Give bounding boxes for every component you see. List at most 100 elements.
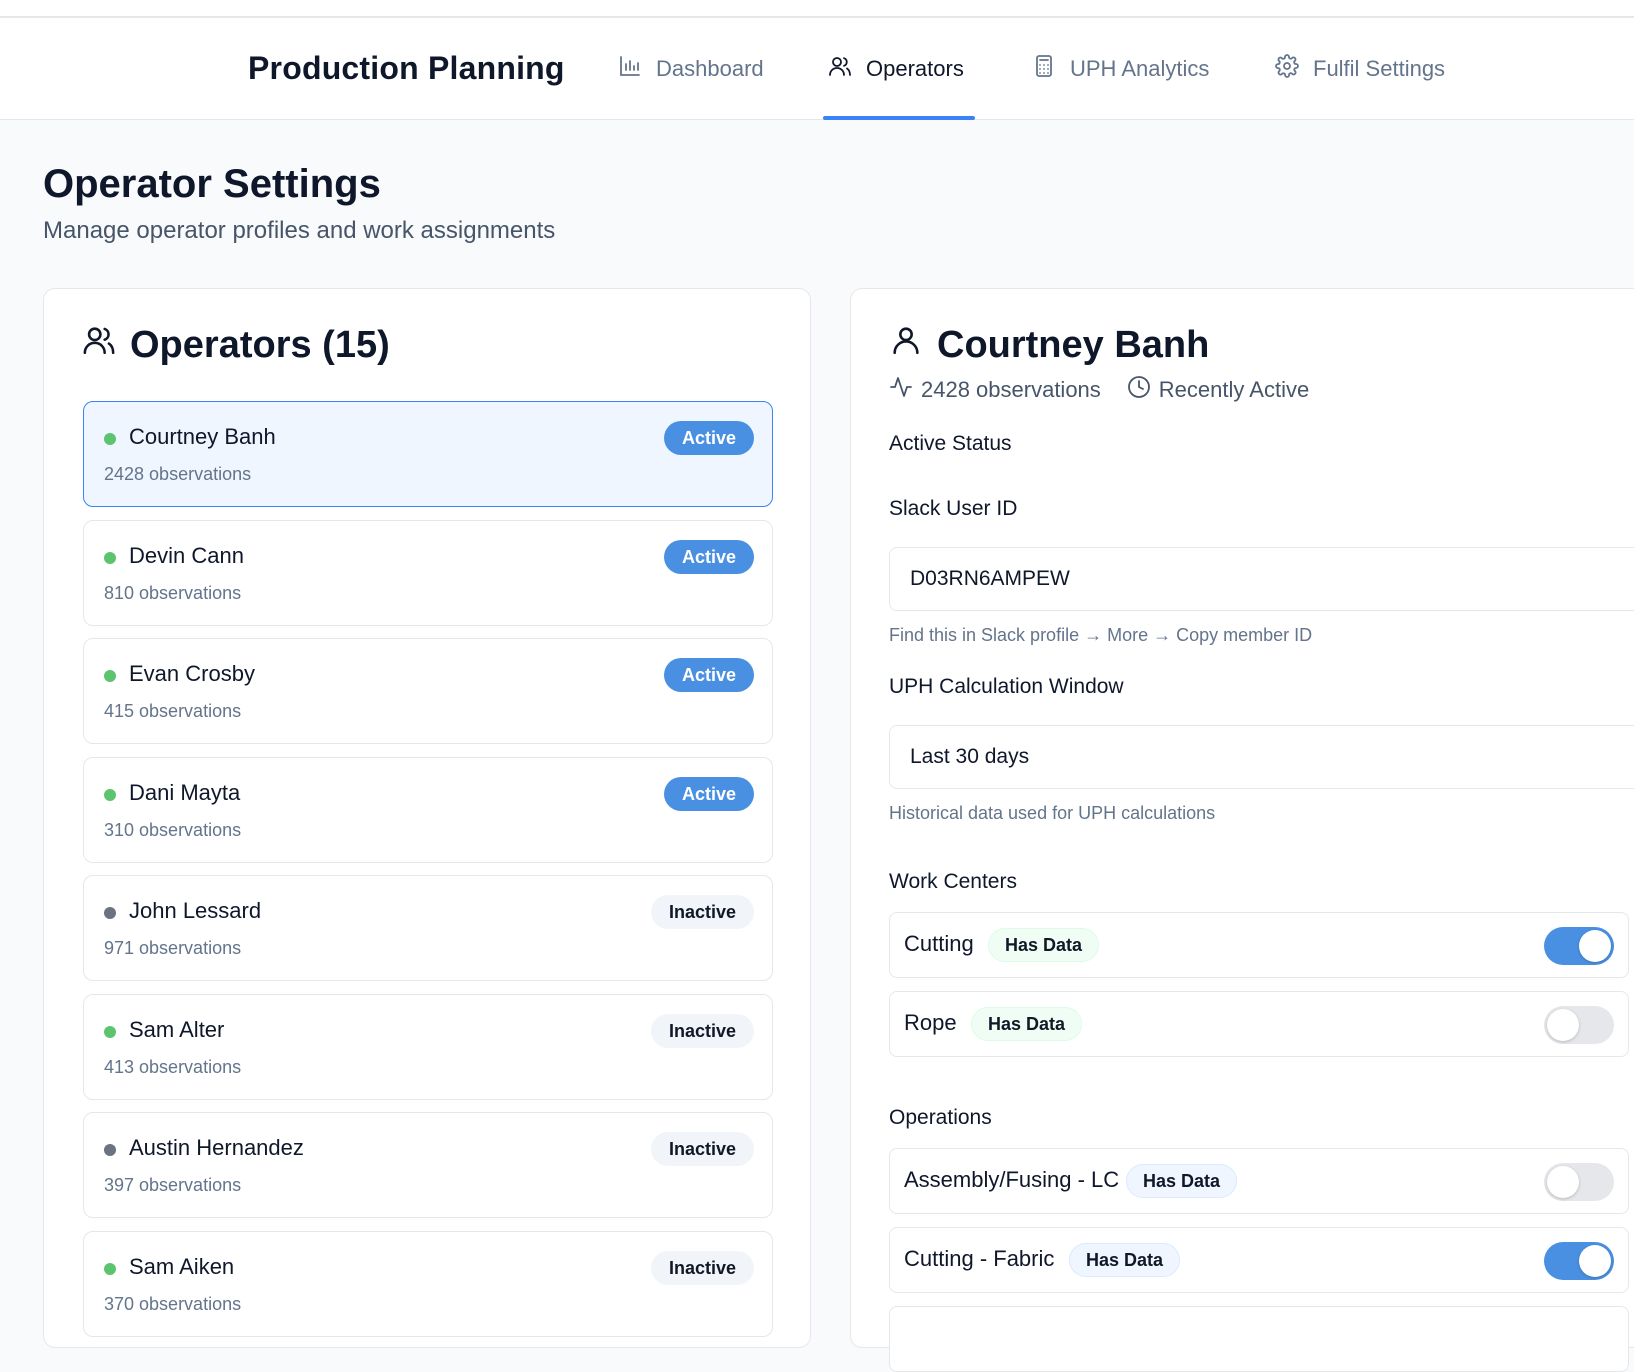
tab-operators[interactable]: Operators <box>828 54 964 84</box>
status-dot <box>104 907 116 919</box>
activity-meta: Recently Active <box>1127 375 1309 405</box>
toggle-knob <box>1547 1166 1579 1198</box>
users-icon <box>82 323 116 367</box>
status-dot <box>104 789 116 801</box>
active-status-label: Active Status <box>889 432 1012 455</box>
has-data-badge: Has Data <box>1069 1243 1181 1277</box>
work-center-row-rope: Rope Has Data <box>889 991 1629 1057</box>
has-data-badge: Has Data <box>1126 1164 1238 1198</box>
toggle-knob <box>1579 930 1611 962</box>
work-center-toggle-cutting[interactable] <box>1544 927 1614 965</box>
has-data-badge: Has Data <box>971 1007 1083 1041</box>
operator-name: Evan Crosby <box>129 661 255 686</box>
operator-name: Sam Alter <box>129 1017 225 1042</box>
operator-card[interactable]: Austin Hernandez 397 observations Inactive <box>83 1112 773 1218</box>
slack-user-id-value: D03RN6AMPEW <box>910 567 1070 590</box>
status-dot <box>104 433 116 445</box>
nav: Production Planning Dashboard Operators … <box>0 18 1634 120</box>
tab-label: Operators <box>866 56 964 81</box>
status-badge: Active <box>663 777 754 811</box>
operator-observations: 413 observations <box>104 1057 242 1077</box>
users-icon <box>828 54 852 84</box>
toggle-knob <box>1579 1245 1611 1277</box>
operator-name: Dani Mayta <box>129 780 241 805</box>
operator-card[interactable]: Devin Cann 810 observations Active <box>83 520 773 626</box>
uph-window-select[interactable]: Last 30 days <box>889 725 1634 789</box>
operation-row-cutting-fabric: Cutting - Fabric Has Data <box>889 1227 1629 1293</box>
work-center-name: Rope <box>904 1010 957 1035</box>
status-badge: Active <box>663 540 754 574</box>
operator-meta: 2428 observations Recently Active <box>889 375 1309 405</box>
activity-status: Recently Active <box>1158 377 1310 402</box>
status-dot <box>104 1263 116 1275</box>
status-dot <box>104 1026 116 1038</box>
operator-observations: 810 observations <box>104 583 242 603</box>
operator-observations: 2428 observations <box>104 464 252 484</box>
operation-name: Assembly/Fusing - LC <box>904 1167 1120 1192</box>
operator-card[interactable]: Dani Mayta 310 observations Active <box>83 757 773 863</box>
uph-window-value: Last 30 days <box>910 745 1030 768</box>
operator-card[interactable]: Sam Aiken 370 observations Inactive <box>83 1231 773 1337</box>
operations-label: Operations <box>889 1106 992 1129</box>
user-icon <box>889 323 923 367</box>
operator-name: Devin Cann <box>129 543 244 568</box>
operator-observations: 415 observations <box>104 701 242 721</box>
operator-card[interactable]: Courtney Banh 2428 observations Active <box>83 401 773 507</box>
work-center-toggle-rope[interactable] <box>1544 1006 1614 1044</box>
operator-name: Sam Aiken <box>129 1254 235 1279</box>
uph-window-hint: Historical data used for UPH calculation… <box>889 803 1216 823</box>
operator-name: Austin Hernandez <box>129 1135 304 1160</box>
work-centers-label: Work Centers <box>889 870 1017 893</box>
status-dot <box>104 1144 116 1156</box>
observations-count: 2428 observations <box>921 377 1101 402</box>
uph-window-label: UPH Calculation Window <box>889 675 1124 698</box>
observations-meta: 2428 observations <box>889 375 1101 405</box>
operator-detail-header: Courtney Banh <box>889 323 1209 367</box>
operation-row-next <box>889 1306 1629 1372</box>
work-center-row-cutting: Cutting Has Data <box>889 912 1629 978</box>
operation-row-assembly-fusing-lc: Assembly/Fusing - LC Has Data <box>889 1148 1629 1214</box>
operator-name: Courtney Banh <box>129 424 276 449</box>
status-badge: Inactive <box>650 1251 754 1285</box>
operation-toggle-assembly-fusing-lc[interactable] <box>1544 1163 1614 1201</box>
tab-fulfil-settings[interactable]: Fulfil Settings <box>1275 54 1445 84</box>
slack-user-id-label: Slack User ID <box>889 497 1018 520</box>
operator-observations: 370 observations <box>104 1294 242 1314</box>
has-data-badge: Has Data <box>988 928 1100 962</box>
work-center-name: Cutting <box>904 931 974 956</box>
status-dot <box>104 670 116 682</box>
operators-panel-header: Operators (15) <box>82 323 390 367</box>
status-badge: Inactive <box>650 895 754 929</box>
calculator-icon <box>1032 54 1056 84</box>
slack-user-id-input[interactable]: D03RN6AMPEW <box>889 547 1634 611</box>
operator-card[interactable]: John Lessard 971 observations Inactive <box>83 875 773 981</box>
operators-panel-title: Operators (15) <box>130 323 390 366</box>
operator-name: John Lessard <box>129 898 262 923</box>
tab-dashboard[interactable]: Dashboard <box>618 54 764 84</box>
tab-label: Fulfil Settings <box>1313 56 1446 81</box>
status-badge: Inactive <box>650 1132 754 1166</box>
app-brand[interactable]: Production Planning <box>248 50 565 87</box>
tab-uph-analytics[interactable]: UPH Analytics <box>1032 54 1209 84</box>
operator-observations: 397 observations <box>104 1175 242 1195</box>
operation-toggle-cutting-fabric[interactable] <box>1544 1242 1614 1280</box>
active-tab-indicator <box>823 116 975 120</box>
status-badge: Active <box>663 658 754 692</box>
tab-label: UPH Analytics <box>1070 56 1210 81</box>
bar-chart-icon <box>618 54 642 84</box>
clock-icon <box>1127 375 1151 405</box>
status-badge: Inactive <box>650 1014 754 1048</box>
operator-detail-panel: Courtney Banh 2428 observations Recently… <box>850 288 1634 1372</box>
status-dot <box>104 552 116 564</box>
toggle-knob <box>1547 1009 1579 1041</box>
operator-observations: 310 observations <box>104 820 242 840</box>
operators-panel: Operators (15) Courtney Banh 2428 observa… <box>43 288 811 1348</box>
page-subtitle: Manage operator profiles and work assign… <box>43 217 556 244</box>
operator-card[interactable]: Evan Crosby 415 observations Active <box>83 638 773 744</box>
operation-name: Cutting - Fabric <box>904 1246 1055 1271</box>
operator-observations: 971 observations <box>104 938 242 958</box>
operator-detail-name: Courtney Banh <box>937 323 1210 366</box>
tab-label: Dashboard <box>656 56 764 81</box>
page-title: Operator Settings <box>43 162 381 206</box>
operator-card[interactable]: Sam Alter 413 observations Inactive <box>83 994 773 1100</box>
